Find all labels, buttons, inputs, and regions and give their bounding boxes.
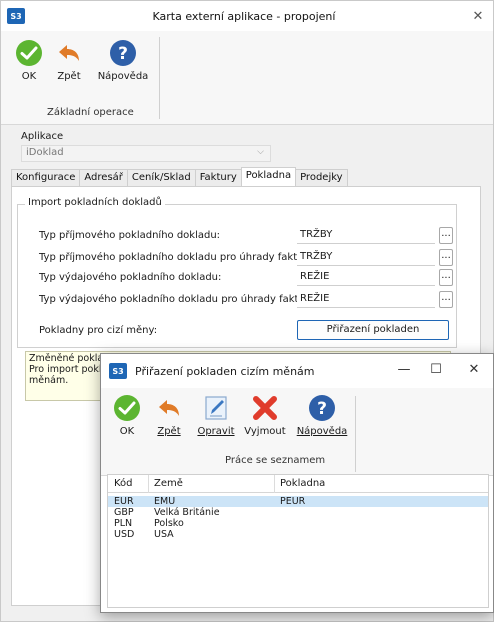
application-value: iDoklad bbox=[26, 147, 64, 158]
window-title: Karta externí aplikace - propojení bbox=[152, 9, 336, 23]
row-label-income-invoice: Typ příjmového pokladního dokladu pro úh… bbox=[39, 252, 311, 263]
assign-cash-button[interactable]: Přiřazení pokladen bbox=[297, 320, 449, 340]
chevron-down-icon: ⌵ bbox=[257, 147, 264, 157]
dialog-delete-button[interactable]: Vyjmout bbox=[241, 394, 289, 437]
tab-cenik-sklad[interactable]: Ceník/Sklad bbox=[126, 169, 196, 186]
application-select[interactable]: iDoklad ⌵ bbox=[21, 145, 271, 162]
tab-bar: Konfigurace Adresář Ceník/Sklad Faktury … bbox=[11, 167, 348, 186]
dialog-ribbon-separator bbox=[355, 396, 356, 472]
application-label: Aplikace bbox=[21, 131, 64, 142]
row-label-expense-invoice: Typ výdajového pokladního dokladu pro úh… bbox=[39, 294, 313, 305]
dialog-app-logo: S3 bbox=[109, 363, 127, 379]
dialog-close-icon[interactable]: ✕ bbox=[459, 362, 489, 377]
svg-text:?: ? bbox=[317, 399, 327, 419]
tab-pokladna[interactable]: Pokladna bbox=[240, 167, 297, 186]
tab-adresar[interactable]: Adresář bbox=[79, 169, 128, 186]
table-row[interactable]: PLN Polsko bbox=[108, 518, 488, 529]
table-row[interactable]: EUR EMU PEUR bbox=[108, 496, 488, 507]
expense-type-field[interactable]: REŽIE bbox=[297, 269, 435, 286]
back-arrow-icon bbox=[55, 39, 83, 67]
row-label-income: Typ příjmového pokladního dokladu: bbox=[39, 230, 221, 241]
table-row[interactable]: USD USA bbox=[108, 529, 488, 540]
table-row[interactable]: GBP Velká Británie bbox=[108, 507, 488, 518]
currency-grid: Kód Země Pokladna EUR EMU PEUR GBP Velká… bbox=[107, 474, 489, 608]
question-icon: ? bbox=[308, 394, 336, 422]
column-header-code[interactable]: Kód bbox=[114, 478, 133, 489]
help-button[interactable]: ? Nápověda bbox=[95, 39, 151, 82]
column-header-country[interactable]: Země bbox=[154, 478, 183, 489]
income-type-browse-button[interactable]: ... bbox=[439, 227, 453, 244]
income-invoice-type-field[interactable]: TRŽBY bbox=[297, 249, 435, 266]
check-icon bbox=[15, 39, 43, 67]
close-icon[interactable]: ✕ bbox=[463, 9, 493, 24]
app-logo: S3 bbox=[7, 8, 25, 24]
question-icon: ? bbox=[109, 39, 137, 67]
foreign-cash-label: Pokladny pro cizí měny: bbox=[39, 325, 158, 336]
dialog-ribbon-group-label: Práce se seznamem bbox=[225, 455, 326, 466]
expense-invoice-type-field[interactable]: REŽIE bbox=[297, 291, 435, 308]
ribbon: OK Zpět ? Nápověda Základní operace bbox=[1, 31, 493, 125]
column-header-cash[interactable]: Pokladna bbox=[280, 478, 325, 489]
tab-prodejky[interactable]: Prodejky bbox=[295, 169, 348, 186]
dialog-edit-button[interactable]: Opravit bbox=[193, 394, 239, 437]
dialog-title: Přiřazení pokladen cizím měnám bbox=[135, 364, 315, 378]
maximize-icon[interactable]: ☐ bbox=[421, 362, 451, 377]
back-arrow-icon bbox=[155, 394, 183, 422]
import-groupbox-title: Import pokladních dokladů bbox=[25, 197, 165, 208]
edit-icon bbox=[202, 394, 230, 422]
dialog-ribbon: OK Zpět Opravit Vyjmout ? Nápověda Práce… bbox=[101, 388, 493, 476]
ribbon-group-label: Základní operace bbox=[47, 107, 134, 118]
ribbon-separator bbox=[159, 37, 160, 119]
title-bar: S3 Karta externí aplikace - propojení ✕ bbox=[1, 1, 493, 31]
check-icon bbox=[113, 394, 141, 422]
minimize-icon[interactable]: — bbox=[389, 362, 419, 377]
ok-button[interactable]: OK bbox=[9, 39, 49, 82]
row-label-expense: Typ výdajového pokladního dokladu: bbox=[39, 272, 222, 283]
grid-header: Kód Země Pokladna bbox=[108, 475, 488, 493]
dialog-help-button[interactable]: ? Nápověda bbox=[295, 394, 349, 437]
currency-cash-dialog: S3 Přiřazení pokladen cizím měnám — ☐ ✕ … bbox=[100, 353, 494, 613]
delete-x-icon bbox=[251, 394, 279, 422]
income-invoice-browse-button[interactable]: ... bbox=[439, 249, 453, 266]
tab-faktury[interactable]: Faktury bbox=[194, 169, 242, 186]
svg-text:?: ? bbox=[118, 44, 128, 64]
dialog-ok-button[interactable]: OK bbox=[109, 394, 145, 437]
back-button[interactable]: Zpět bbox=[49, 39, 89, 82]
income-type-field[interactable]: TRŽBY bbox=[297, 227, 435, 244]
tab-konfigurace[interactable]: Konfigurace bbox=[11, 169, 81, 186]
expense-type-browse-button[interactable]: ... bbox=[439, 269, 453, 286]
expense-invoice-browse-button[interactable]: ... bbox=[439, 291, 453, 308]
dialog-back-button[interactable]: Zpět bbox=[151, 394, 187, 437]
